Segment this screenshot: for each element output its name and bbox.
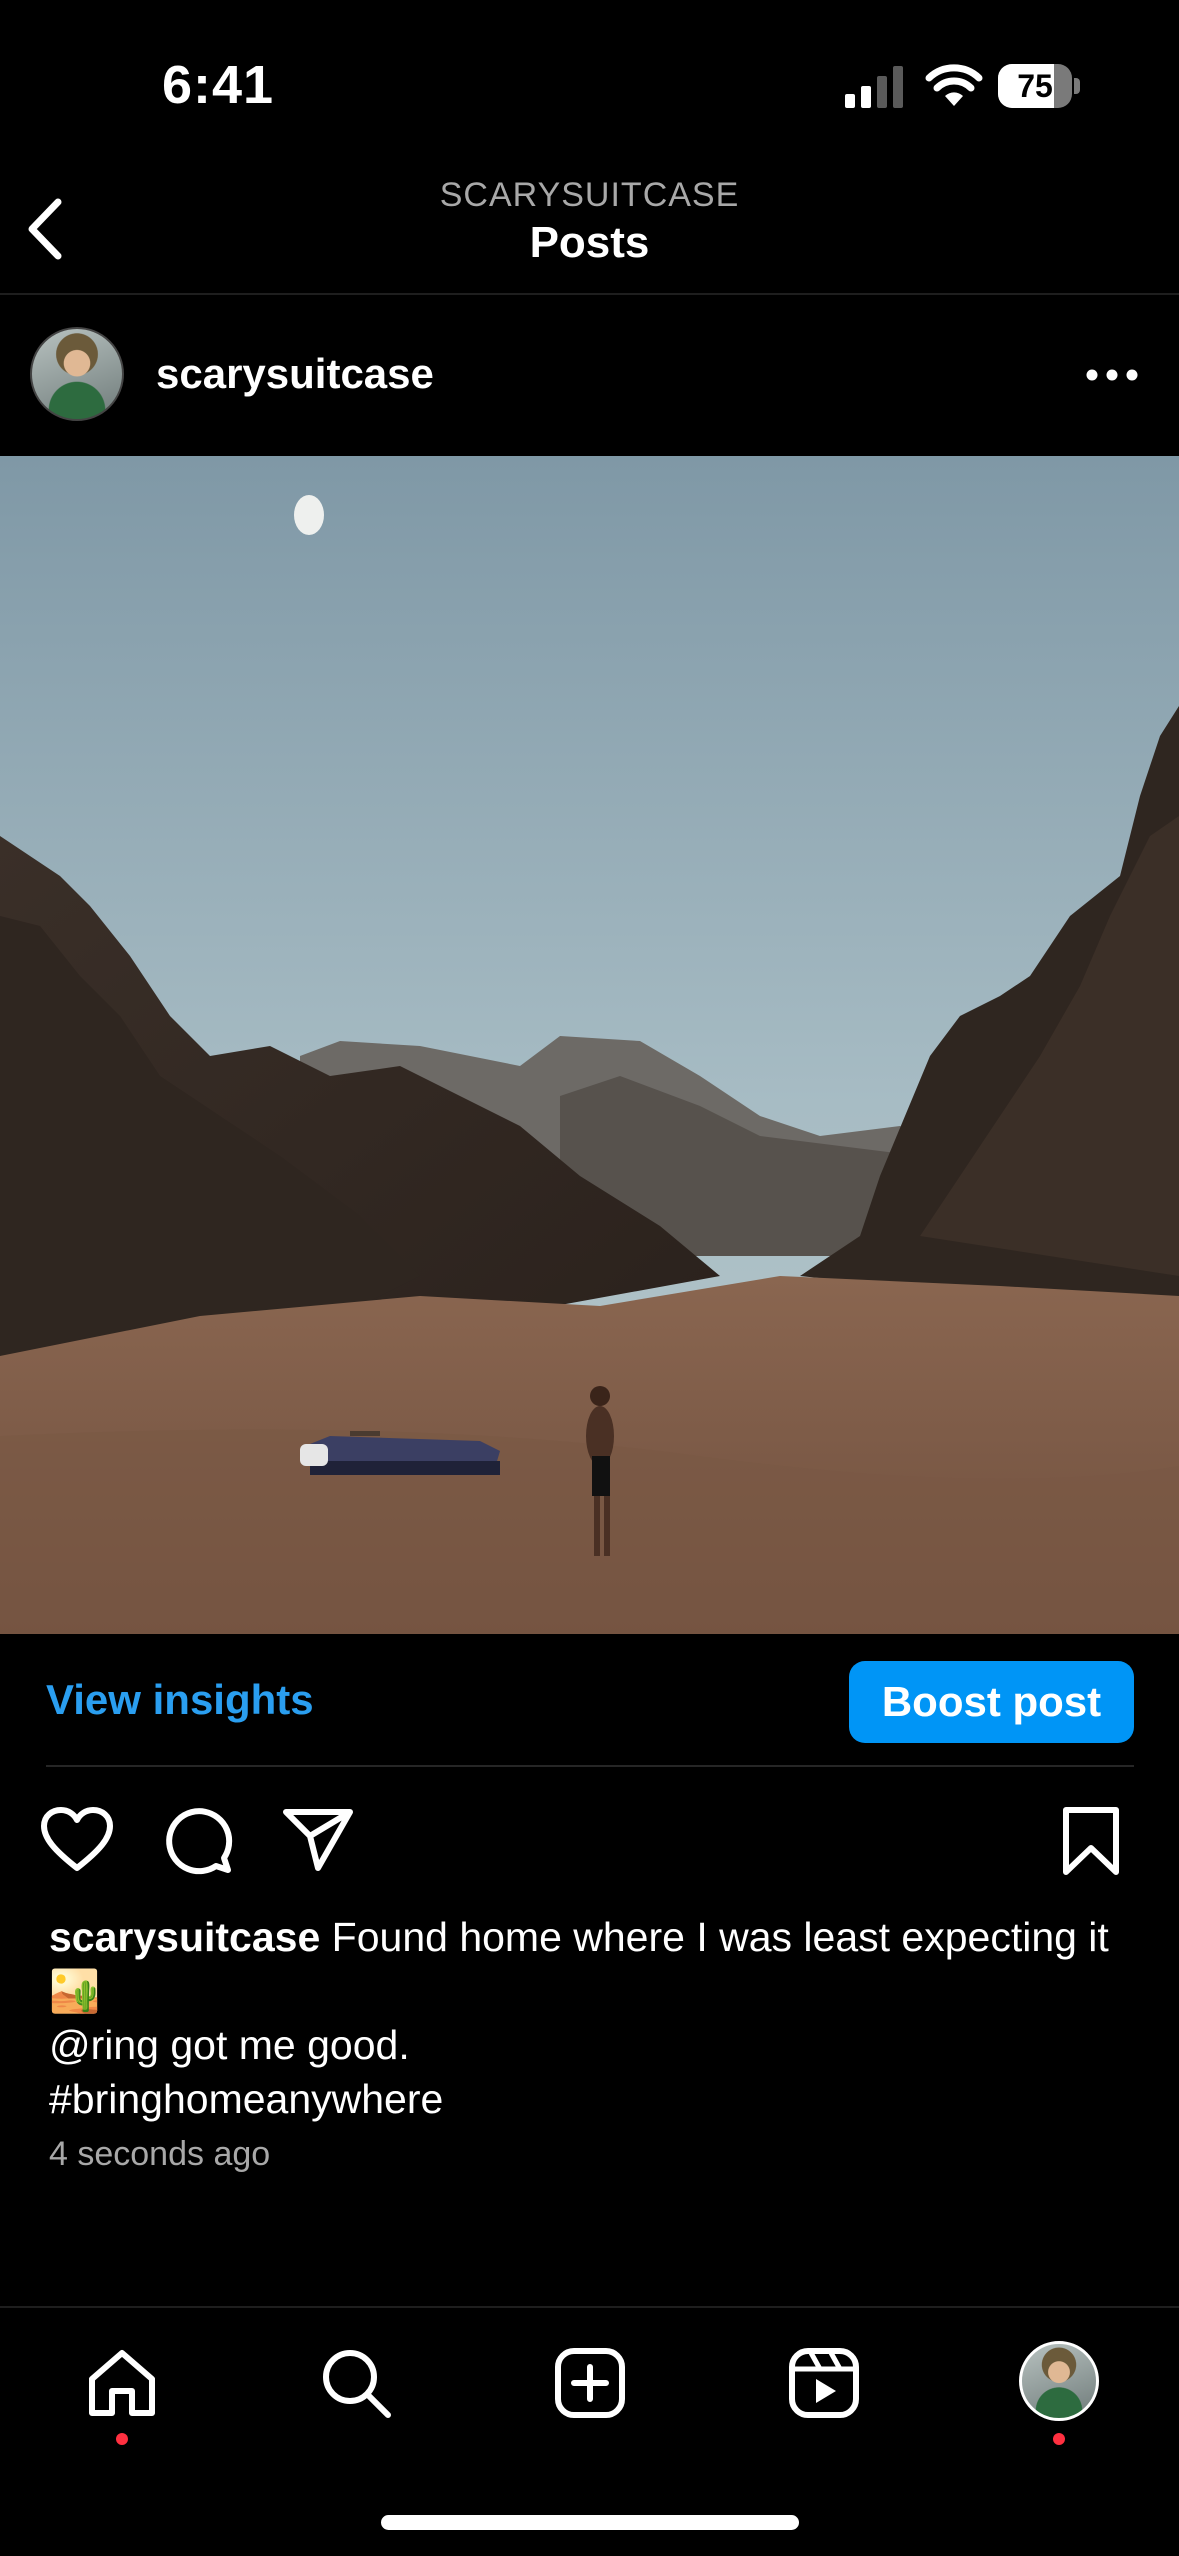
view-insights-link[interactable]: View insights [46,1676,314,1724]
create-post-icon[interactable] [552,2345,628,2421]
comment-icon[interactable] [164,1806,234,1876]
header-divider [0,293,1179,295]
home-notification-dot [116,2433,128,2445]
battery-icon: 75 [998,64,1080,108]
home-icon[interactable] [84,2345,160,2421]
search-icon[interactable] [318,2345,394,2421]
caption-hashtag-line[interactable]: #bringhomeanywhere [49,2072,1139,2126]
nav-subtitle: SCARYSUITCASE [439,176,740,214]
reels-icon[interactable] [786,2345,862,2421]
caption-username[interactable]: scarysuitcase [49,1914,320,1960]
profile-notification-dot [1053,2433,1065,2445]
paper-plane-icon[interactable] [282,1806,354,1872]
post-timestamp: 4 seconds ago [49,2135,271,2173]
cellular-signal-icon [845,66,907,108]
post-author-avatar[interactable] [30,327,124,421]
caption-mention-line[interactable]: @ring got me good. [49,2018,1139,2072]
profile-tab-avatar[interactable] [1019,2341,1099,2421]
wifi-icon [925,62,983,108]
page-title: Posts [529,218,650,267]
post-photo[interactable] [0,456,1179,1634]
bookmark-icon[interactable] [1060,1806,1122,1876]
actions-divider [46,1765,1134,1767]
boost-post-button[interactable]: Boost post [849,1661,1134,1743]
post-author-username[interactable]: scarysuitcase [156,350,434,398]
heart-icon[interactable] [40,1806,114,1872]
tab-bar-divider [0,2306,1179,2308]
more-options-icon[interactable] [1085,360,1139,390]
status-time: 6:41 [162,55,275,115]
battery-percent: 75 [1017,68,1053,104]
home-indicator[interactable] [381,2515,799,2530]
post-caption: scarysuitcase Found home where I was lea… [49,1910,1139,2126]
